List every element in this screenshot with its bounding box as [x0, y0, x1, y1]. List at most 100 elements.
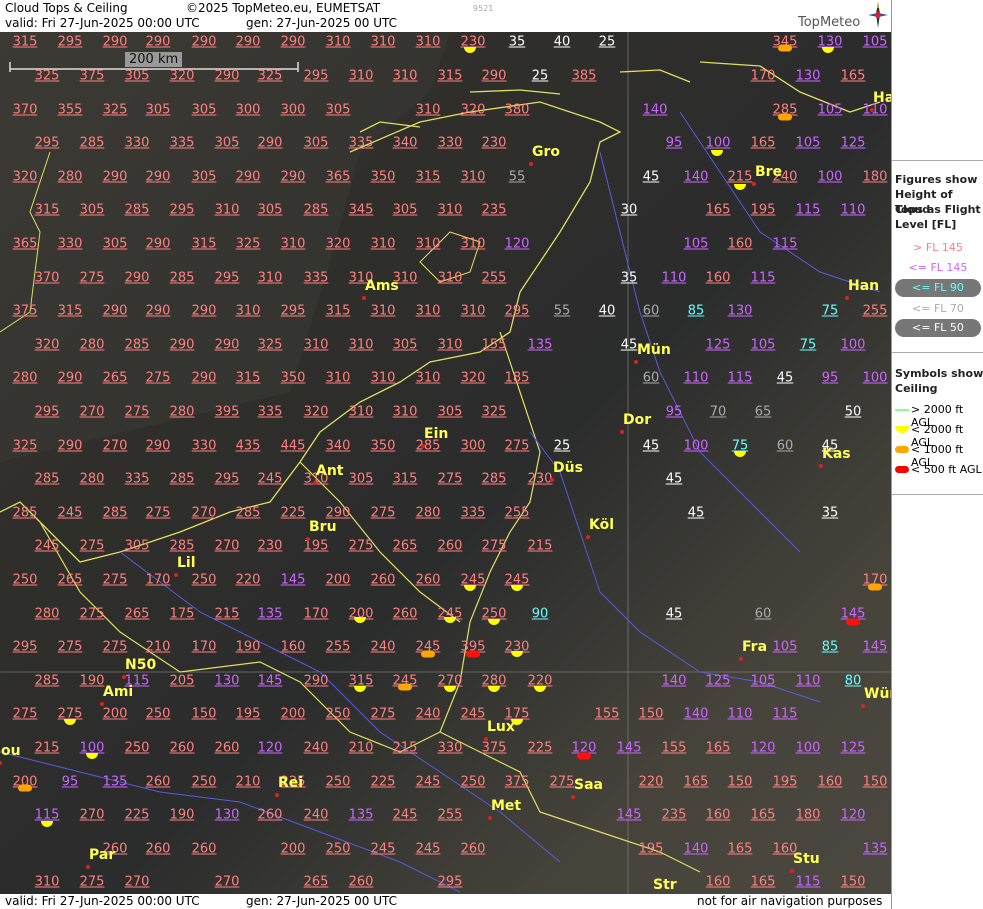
- legend-fl-high: > FL 145: [913, 241, 963, 254]
- city-label: Wür: [864, 686, 891, 702]
- cloud-top-value: 310: [460, 169, 486, 185]
- cloud-top-value: 115: [772, 236, 798, 252]
- ceiling-below-1000-icon: [421, 650, 435, 658]
- cloud-top-value: 310: [437, 202, 463, 218]
- footer-valid: valid: Fri 27-Jun-2025 00:00 UTC: [5, 894, 200, 908]
- cloud-top-value: 230: [527, 471, 553, 487]
- cloud-top-value: 225: [280, 505, 306, 521]
- cloud-top-value: 95: [821, 370, 839, 386]
- cloud-top-value: 295: [34, 404, 60, 420]
- cloud-top-value: 310: [415, 236, 441, 252]
- cloud-top-value: 160: [705, 270, 731, 286]
- cloud-top-value: 310: [370, 370, 396, 386]
- cloud-top-value: 280: [79, 471, 105, 487]
- cloud-top-value: 215: [727, 169, 753, 185]
- cloud-top-value: 95: [665, 404, 683, 420]
- city-marker: [752, 182, 756, 186]
- city-marker: [484, 737, 488, 741]
- legend-fl-90: <= FL 90: [912, 281, 964, 294]
- cloud-top-value: 305: [79, 202, 105, 218]
- cloud-top-value: 350: [370, 169, 396, 185]
- cloud-top-value: 160: [280, 639, 306, 655]
- city-label: Ham: [873, 90, 891, 106]
- cloud-top-value: 315: [191, 236, 217, 252]
- cloud-top-value: 85: [687, 303, 705, 319]
- cloud-top-value: 260: [415, 572, 441, 588]
- cloud-top-value: 70: [709, 404, 727, 420]
- cloud-top-value: 205: [169, 673, 195, 689]
- cloud-top-value: 115: [727, 370, 753, 386]
- cloud-top-value: 25: [531, 68, 549, 84]
- cloud-top-value: 160: [817, 774, 843, 790]
- cloud-top-value: 245: [57, 505, 83, 521]
- cloud-top-value: 275: [370, 706, 396, 722]
- cloud-top-value: 160: [705, 874, 731, 890]
- cloud-top-value: 200: [325, 572, 351, 588]
- city-label: Düs: [553, 460, 583, 476]
- cloud-top-value: 75: [799, 337, 817, 353]
- cloud-top-value: 250: [191, 572, 217, 588]
- cloud-top-value: 40: [598, 303, 616, 319]
- cloud-top-value: 250: [124, 740, 150, 756]
- cloud-top-value: 115: [750, 270, 776, 286]
- city-label: N50: [125, 657, 157, 673]
- legend-title-1: Figures show: [895, 173, 978, 186]
- city-label: ou: [1, 743, 21, 759]
- city-label: Par: [89, 847, 116, 863]
- cloud-top-value: 295: [303, 68, 329, 84]
- cloud-top-value: 245: [370, 841, 396, 857]
- cloud-top-value: 290: [145, 438, 171, 454]
- cloud-top-value: 375: [481, 740, 507, 756]
- cloud-top-value: 320: [325, 236, 351, 252]
- city-marker: [421, 444, 425, 448]
- cloud-top-value: 160: [705, 807, 731, 823]
- city-marker: [100, 702, 104, 706]
- cloud-top-value: 310: [460, 236, 486, 252]
- city-marker: [86, 865, 90, 869]
- cloud-top-value: 165: [683, 774, 709, 790]
- cloud-top-value: 150: [191, 706, 217, 722]
- cloud-top-value: 295: [504, 303, 530, 319]
- city-marker: [488, 816, 492, 820]
- cloud-top-value: 275: [57, 639, 83, 655]
- cloud-top-value: 150: [840, 874, 866, 890]
- cloud-top-value: 280: [34, 606, 60, 622]
- cloud-top-value: 285: [169, 270, 195, 286]
- city-marker: [174, 573, 178, 577]
- legend-title-3: Tops as Flight: [895, 203, 981, 216]
- cloud-top-value: 25: [553, 438, 571, 454]
- cloud-top-value: 255: [504, 505, 530, 521]
- cloud-top-value: 25: [598, 34, 616, 50]
- cloud-top-value: 445: [280, 438, 306, 454]
- cloud-top-value: 130: [795, 68, 821, 84]
- cloud-top-value: 320: [12, 169, 38, 185]
- cloud-top-value: 120: [750, 740, 776, 756]
- cloud-top-value: 250: [145, 706, 171, 722]
- cloud-top-value: 40: [553, 34, 571, 50]
- cloud-top-value: 75: [821, 303, 839, 319]
- city-marker: [861, 704, 865, 708]
- cloud-top-value: 260: [169, 740, 195, 756]
- cloud-top-value: 310: [34, 874, 60, 890]
- cloud-top-value: 290: [102, 169, 128, 185]
- valid-time: valid: Fri 27-Jun-2025 00:00 UTC: [5, 16, 200, 30]
- cloud-top-value: 165: [840, 68, 866, 84]
- cloud-top-value: 155: [481, 337, 507, 353]
- cloud-top-value: 285: [34, 673, 60, 689]
- cloud-top-value: 35: [821, 505, 839, 521]
- city-marker: [529, 162, 533, 166]
- cloud-top-value: 45: [642, 169, 660, 185]
- cloud-top-value: 320: [460, 102, 486, 118]
- cloud-top-value: 260: [214, 740, 240, 756]
- cloud-top-value: 305: [124, 538, 150, 554]
- ceiling-below-1000-icon: [18, 784, 32, 792]
- cloud-top-value: 125: [840, 740, 866, 756]
- cloud-top-value: 305: [191, 102, 217, 118]
- city-label: Bre: [755, 164, 783, 180]
- city-label: Saa: [574, 777, 603, 793]
- cloud-top-value: 235: [661, 807, 687, 823]
- cloud-top-value: 245: [392, 807, 418, 823]
- cloud-top-value: 375: [12, 303, 38, 319]
- cloud-top-value: 310: [415, 303, 441, 319]
- cloud-top-value: 335: [460, 505, 486, 521]
